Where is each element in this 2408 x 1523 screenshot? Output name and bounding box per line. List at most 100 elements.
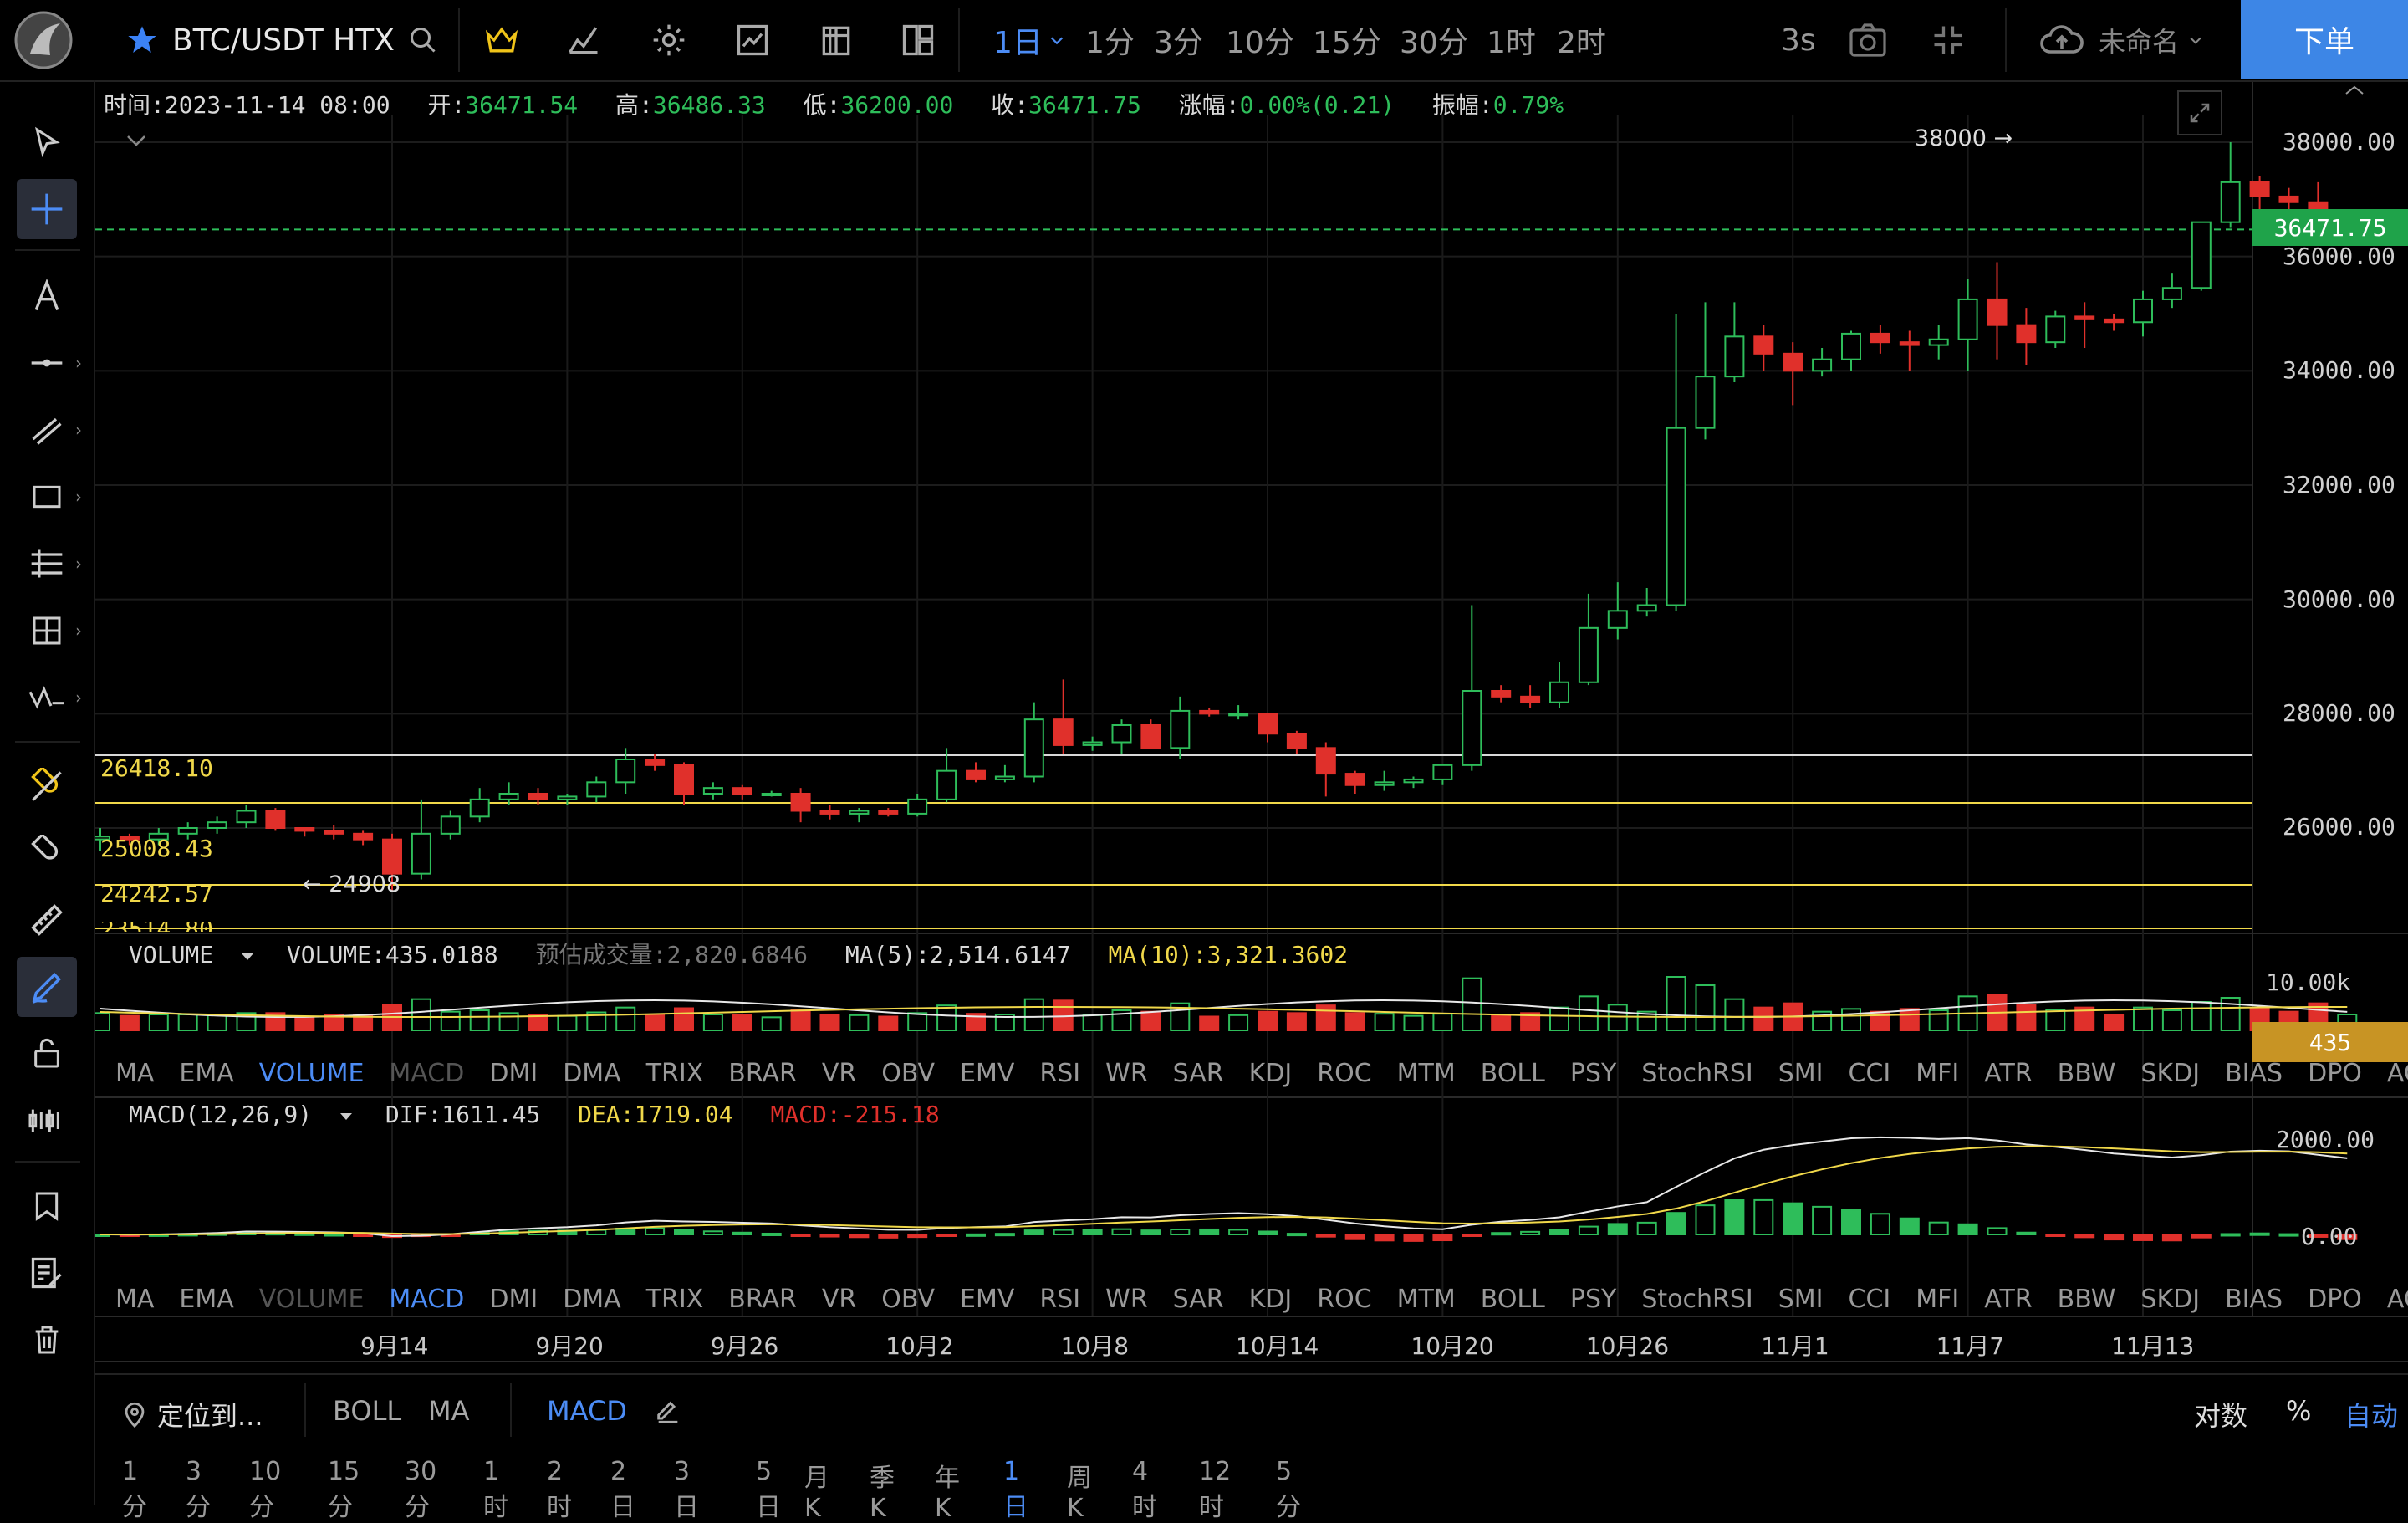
locate-button[interactable]: 定位到...	[120, 1395, 263, 1434]
indicator-tab-rsi[interactable]: RSI	[1039, 1059, 1080, 1088]
bottom-interval-item[interactable]: 1分	[122, 1457, 147, 1523]
compress-icon[interactable]	[1930, 0, 1967, 80]
cloud-save-icon[interactable]	[2038, 0, 2085, 80]
interval-dropdown[interactable]: 1日	[993, 0, 1066, 80]
log-scale-toggle[interactable]: 对数	[2194, 1395, 2247, 1434]
interval-2h[interactable]: 2时	[1557, 0, 1606, 80]
indicator-tab-dpo[interactable]: DPO	[2308, 1059, 2362, 1088]
indicator-tab-emv[interactable]: EMV	[960, 1059, 1014, 1088]
indicator-tab-sar[interactable]: SAR	[1173, 1059, 1224, 1088]
symbol-name[interactable]: BTC/USDT HTX	[172, 0, 395, 80]
indicator-tab-wr[interactable]: WR	[1105, 1059, 1148, 1088]
settings-gear-icon[interactable]	[650, 0, 687, 80]
pencil-draw-icon[interactable]	[17, 957, 77, 1017]
cursor-arrow-icon[interactable]	[17, 112, 77, 172]
indicator-tab-atr[interactable]: ATR	[1984, 1285, 2032, 1314]
fib-lines-icon[interactable]	[17, 534, 77, 594]
indicator-tab-boll[interactable]: BOLL	[1481, 1059, 1545, 1088]
indicator-tab-bbw[interactable]: BBW	[2058, 1285, 2116, 1314]
refresh-rate[interactable]: 3s	[1781, 0, 1816, 80]
magnet-strong-icon[interactable]	[17, 756, 77, 816]
indicator-tab-ema[interactable]: EMA	[179, 1059, 233, 1088]
indicator-tab-macd[interactable]: MACD	[389, 1059, 464, 1088]
bottom-interval-item[interactable]: 3日	[674, 1457, 699, 1523]
indicator-tab-kdj[interactable]: KDJ	[1249, 1285, 1293, 1314]
bottom-interval-item[interactable]: 3分	[186, 1457, 211, 1523]
interval-30m[interactable]: 30分	[1400, 0, 1468, 80]
bottom-interval-item[interactable]: 12时	[1199, 1457, 1231, 1523]
indicator-tab-stochrsi[interactable]: StochRSI	[1641, 1285, 1752, 1314]
chart-area[interactable]: 时间:2023-11-14 08:00 开:36471.54 高:36486.3…	[95, 82, 2408, 1372]
bottom-interval-item[interactable]: 月K	[804, 1457, 829, 1523]
pattern-icon[interactable]	[17, 601, 77, 661]
indicator-tab-ema[interactable]: EMA	[179, 1285, 233, 1314]
macd-dropdown-icon[interactable]	[338, 1111, 355, 1122]
indicator-tab-sar[interactable]: SAR	[1173, 1285, 1224, 1314]
interval-15m[interactable]: 15分	[1313, 0, 1381, 80]
camera-icon[interactable]	[1848, 0, 1888, 80]
indicator-tab-emv[interactable]: EMV	[960, 1285, 1014, 1314]
auto-scale-toggle[interactable]: 自动	[2344, 1395, 2398, 1434]
rectangle-icon[interactable]	[17, 467, 77, 527]
indicator-tab-ma[interactable]: MA	[115, 1059, 154, 1088]
search-icon[interactable]	[408, 0, 438, 80]
layout-icon[interactable]	[900, 0, 936, 80]
bottom-interval-item[interactable]: 1时	[483, 1457, 508, 1523]
indicator-tab-volume[interactable]: VOLUME	[259, 1059, 365, 1088]
indicator-tab-mtm[interactable]: MTM	[1397, 1285, 1456, 1314]
bottom-interval-item[interactable]: 30分	[405, 1457, 436, 1523]
bottom-interval-item[interactable]: 2时	[547, 1457, 572, 1523]
indicator-tab-mtm[interactable]: MTM	[1397, 1059, 1456, 1088]
indicator-tab-bias[interactable]: BIAS	[2225, 1059, 2283, 1088]
macd-selector[interactable]: MACD(12,26,9)	[129, 1101, 312, 1128]
macd-toggle[interactable]: MACD	[547, 1395, 627, 1427]
indicator-tab-obv[interactable]: OBV	[881, 1285, 935, 1314]
chart-canvas[interactable]	[95, 82, 2408, 1372]
indicator-tab-ma[interactable]: MA	[115, 1285, 154, 1314]
indicator-tab-bbw[interactable]: BBW	[2058, 1059, 2116, 1088]
text-tool-icon[interactable]	[17, 266, 77, 326]
indicator-icon[interactable]	[734, 0, 771, 80]
ma-toggle[interactable]: MA	[428, 1395, 470, 1427]
indicator-tab-obv[interactable]: OBV	[881, 1059, 935, 1088]
indicator-tab-skdj[interactable]: SKDJ	[2140, 1285, 2200, 1314]
indicator-tab-ao[interactable]: AO	[2387, 1285, 2408, 1314]
indicator-tab-skdj[interactable]: SKDJ	[2140, 1059, 2200, 1088]
bottom-interval-item[interactable]: 4时	[1132, 1457, 1157, 1523]
bottom-interval-item[interactable]: 周K	[1067, 1457, 1092, 1523]
indicator-tab-trix[interactable]: TRIX	[646, 1285, 704, 1314]
percent-scale-toggle[interactable]: %	[2286, 1395, 2311, 1427]
indicator-tab-atr[interactable]: ATR	[1984, 1059, 2032, 1088]
boll-toggle[interactable]: BOLL	[333, 1395, 401, 1427]
edit-list-icon[interactable]	[17, 1243, 77, 1303]
indicator-tab-psy[interactable]: PSY	[1570, 1059, 1616, 1088]
magnet-weak-icon[interactable]	[17, 823, 77, 883]
lock-icon[interactable]	[17, 1024, 77, 1084]
bookmark-icon[interactable]	[17, 1176, 77, 1236]
indicator-tab-dpo[interactable]: DPO	[2308, 1285, 2362, 1314]
layout-name-dropdown[interactable]: 未命名	[2099, 0, 2204, 80]
indicator-tab-ao[interactable]: AO	[2387, 1059, 2408, 1088]
horizontal-line-icon[interactable]	[17, 333, 77, 393]
template-icon[interactable]	[818, 0, 855, 80]
fullscreen-icon[interactable]	[2177, 90, 2222, 135]
indicator-tab-dma[interactable]: DMA	[563, 1059, 621, 1088]
indicator-tab-brar[interactable]: BRAR	[728, 1285, 797, 1314]
interval-3m[interactable]: 3分	[1154, 0, 1203, 80]
wave-icon[interactable]	[17, 667, 77, 728]
indicator-tab-bias[interactable]: BIAS	[2225, 1285, 2283, 1314]
indicator-tab-roc[interactable]: ROC	[1317, 1285, 1371, 1314]
collapse-chevron-icon[interactable]	[124, 132, 149, 152]
interval-1h[interactable]: 1时	[1487, 0, 1536, 80]
indicator-tab-dma[interactable]: DMA	[563, 1285, 621, 1314]
indicator-tab-brar[interactable]: BRAR	[728, 1059, 797, 1088]
indicator-tab-dmi[interactable]: DMI	[489, 1059, 538, 1088]
indicator-tab-stochrsi[interactable]: StochRSI	[1641, 1059, 1752, 1088]
bottom-interval-item[interactable]: 1日	[1003, 1457, 1028, 1523]
indicator-tab-volume[interactable]: VOLUME	[259, 1285, 365, 1314]
indicator-tab-rsi[interactable]: RSI	[1039, 1285, 1080, 1314]
indicator-tab-roc[interactable]: ROC	[1317, 1059, 1371, 1088]
indicator-tab-vr[interactable]: VR	[822, 1285, 856, 1314]
bottom-interval-item[interactable]: 季K	[870, 1457, 895, 1523]
favorite-star-icon[interactable]	[125, 0, 159, 80]
